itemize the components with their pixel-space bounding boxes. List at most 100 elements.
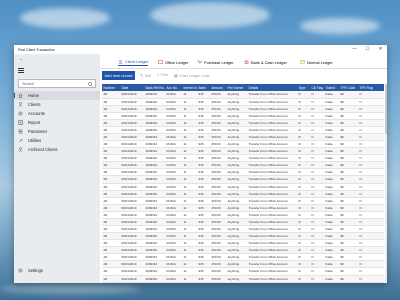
table-row[interactable]: 2R09/01/20194009310RUDIA11945250.00Anyth…: [102, 91, 384, 99]
table-row[interactable]: 2R09/01/20194009310RUDIA11945250.00Anyth…: [102, 211, 384, 219]
table-cell: 945: [197, 253, 210, 262]
main-panel: Client Ledger Office Ledger Purchase Led…: [100, 54, 387, 283]
table-cell: RUDIA: [165, 260, 182, 269]
column-header[interactable]: Interim Inc: [182, 84, 197, 91]
ledger-grid: Number Date Bank Ref No. Acc No. Interim Inc…: [102, 84, 384, 283]
table-row[interactable]: 2R09/01/20194009310RUDIA11945250.00Anyth…: [102, 140, 384, 149]
table-cell: N: [358, 133, 384, 142]
sidebar-item-accounts[interactable]: Accounts: [14, 109, 100, 118]
minimize-button[interactable]: —: [348, 45, 361, 54]
maximize-button[interactable]: ☐: [361, 45, 374, 54]
table-cell: 945: [197, 232, 210, 241]
sidebar-item-utilities[interactable]: Utilities: [14, 136, 100, 145]
table-row[interactable]: 2R09/01/20194009310RUDIA11945250.00Anyth…: [102, 204, 384, 212]
table-cell: 09/01/2019: [120, 175, 144, 184]
table-cell: 09/01/2019: [120, 133, 144, 142]
table-cell: 09/01/2019: [120, 204, 144, 212]
column-header[interactable]: Acc No.: [165, 84, 182, 91]
tab-office-ledger[interactable]: Office Ledger: [158, 58, 188, 66]
table-cell: Anything: [226, 140, 247, 149]
chart-ledger-code-button[interactable]: ▦ Chart Ledger Code: [174, 73, 210, 79]
edit-button[interactable]: ✎ Edit: [140, 73, 151, 79]
table-row[interactable]: 2R09/01/20194009310RUDIA11945250.00Anyth…: [102, 147, 384, 156]
sidebar-item-home[interactable]: Home: [14, 91, 100, 100]
table-cell: N: [358, 211, 384, 219]
table-row[interactable]: 2R09/01/20194009310RUDIA11945250.00Anyth…: [102, 190, 384, 198]
table-cell: R: [297, 246, 310, 255]
table-row[interactable]: 2R09/01/20194009310RUDIA11945250.00Anyth…: [102, 98, 384, 106]
sidebar-item-clients[interactable]: Clients: [14, 100, 100, 109]
column-header[interactable]: Fee Earner: [226, 84, 247, 91]
table-row[interactable]: 2R09/01/20194009310RUDIA11945250.00Anyth…: [102, 197, 384, 205]
table-cell: False: [324, 175, 339, 184]
edit-label: Edit: [144, 73, 151, 78]
table-row[interactable]: 2R09/01/20194009310RUDIA11945250.00Anyth…: [102, 119, 384, 127]
table-cell: 11: [182, 126, 197, 134]
table-cell: R: [297, 91, 310, 99]
table-row[interactable]: 2R09/01/20194009310RUDIA11945250.00Anyth…: [102, 282, 384, 283]
table-cell: N: [358, 168, 384, 177]
table-cell: 250.00: [210, 260, 226, 269]
table-cell: 2R: [102, 91, 120, 99]
sidebar-item-label: Archived Clients: [28, 146, 58, 152]
column-header[interactable]: Bank: [197, 84, 210, 91]
column-header[interactable]: Date: [120, 84, 144, 91]
sidebar-item-report[interactable]: Report: [14, 118, 100, 127]
table-row[interactable]: 2R09/01/20194009310RUDIA11945250.00Anyth…: [102, 232, 384, 241]
sidebar-item-parameter[interactable]: Parameter: [14, 127, 100, 136]
close-button[interactable]: ✕: [374, 45, 387, 54]
table-row[interactable]: 2R09/01/20194009310RUDIA11945250.00Anyth…: [102, 161, 384, 170]
table-row[interactable]: 2R09/01/20194009310RUDIA11945250.00Anyth…: [102, 112, 384, 120]
purchase-ledger-icon: [197, 60, 202, 64]
column-header[interactable]: CB Flag: [310, 84, 324, 91]
hamburger-menu-icon[interactable]: [18, 68, 24, 73]
table-row[interactable]: 2R09/01/20194009310RUDIA11945250.00Anyth…: [102, 168, 384, 177]
column-header[interactable]: Number: [102, 84, 120, 91]
tab-client-ledger[interactable]: Client Ledger: [118, 58, 149, 66]
table-row[interactable]: 2R09/01/20194009310RUDIA11945250.00Anyth…: [102, 253, 384, 262]
table-row[interactable]: 2R09/01/20194009310RUDIA11945250.00Anyth…: [102, 133, 384, 142]
column-header[interactable]: Type: [297, 84, 310, 91]
table-row[interactable]: 2R09/01/20194009310RUDIA11945250.00Anyth…: [102, 183, 384, 191]
table-row[interactable]: 2R09/01/20194009310RUDIA11945250.00Anyth…: [102, 126, 384, 134]
sidebar-item-settings[interactable]: Settings: [14, 266, 100, 275]
table-row[interactable]: 2R09/01/20194009310RUDIA11945250.00Anyth…: [102, 275, 384, 283]
table-cell: 945: [197, 267, 210, 276]
add-record-button[interactable]: Add new record: [102, 71, 135, 80]
table-row[interactable]: 2R09/01/20194009310RUDIA11945250.00Anyth…: [102, 267, 384, 276]
column-header[interactable]: TFR Code: [339, 84, 358, 91]
table-cell: $0: [339, 211, 358, 219]
tab-purchase-ledger[interactable]: Purchase Ledger: [197, 58, 234, 66]
column-header[interactable]: Amount: [210, 84, 226, 91]
search-input[interactable]: Search: [18, 79, 96, 88]
column-header[interactable]: Bank Ref No.: [144, 84, 165, 91]
table-row[interactable]: 2R09/01/20194009310RUDIA11945250.00Anyth…: [102, 154, 384, 163]
person-icon: [18, 102, 23, 107]
table-cell: RUDIA: [165, 105, 182, 113]
scrollbar-thumb[interactable]: [385, 84, 387, 134]
column-header[interactable]: Details: [247, 84, 297, 91]
table-cell: 2R: [102, 133, 120, 142]
column-header[interactable]: Ticked: [324, 84, 339, 91]
column-header[interactable]: TFR Flag: [358, 84, 384, 91]
table-cell: $0: [339, 175, 358, 184]
table-row[interactable]: 2R09/01/20194009310RUDIA11945250.00Anyth…: [102, 260, 384, 269]
sidebar-item-archived-clients[interactable]: Archived Clients: [14, 145, 100, 154]
table-row[interactable]: 2R09/01/20194009310RUDIA11945250.00Anyth…: [102, 218, 384, 226]
table-row[interactable]: 2R09/01/20194009310RUDIA11945250.00Anyth…: [102, 105, 384, 113]
table-cell: RUDIA: [165, 91, 182, 99]
table-row[interactable]: 2R09/01/20194009310RUDIA11945250.00Anyth…: [102, 246, 384, 255]
table-row[interactable]: 2R09/01/20194009310RUDIA11945250.00Anyth…: [102, 225, 384, 234]
table-row[interactable]: 2R09/01/20194009310RUDIA11945250.00Anyth…: [102, 175, 384, 184]
table-cell: 4009310: [144, 211, 165, 219]
table-cell: R: [297, 105, 310, 113]
table-cell: 4009310: [144, 183, 165, 191]
table-cell: Anything: [226, 218, 247, 226]
table-cell: 11: [182, 197, 197, 205]
back-arrow-icon[interactable]: ←: [19, 56, 24, 62]
find-button[interactable]: ⌕ Find: [157, 73, 168, 77]
table-row[interactable]: 2R09/01/20194009310RUDIA11945250.00Anyth…: [102, 239, 384, 248]
table-cell: 250.00: [210, 98, 226, 106]
tab-bank-cash-ledger[interactable]: Bank & Cash Ledger: [244, 58, 287, 66]
tab-normal-ledger[interactable]: Normal Ledger: [300, 58, 333, 66]
